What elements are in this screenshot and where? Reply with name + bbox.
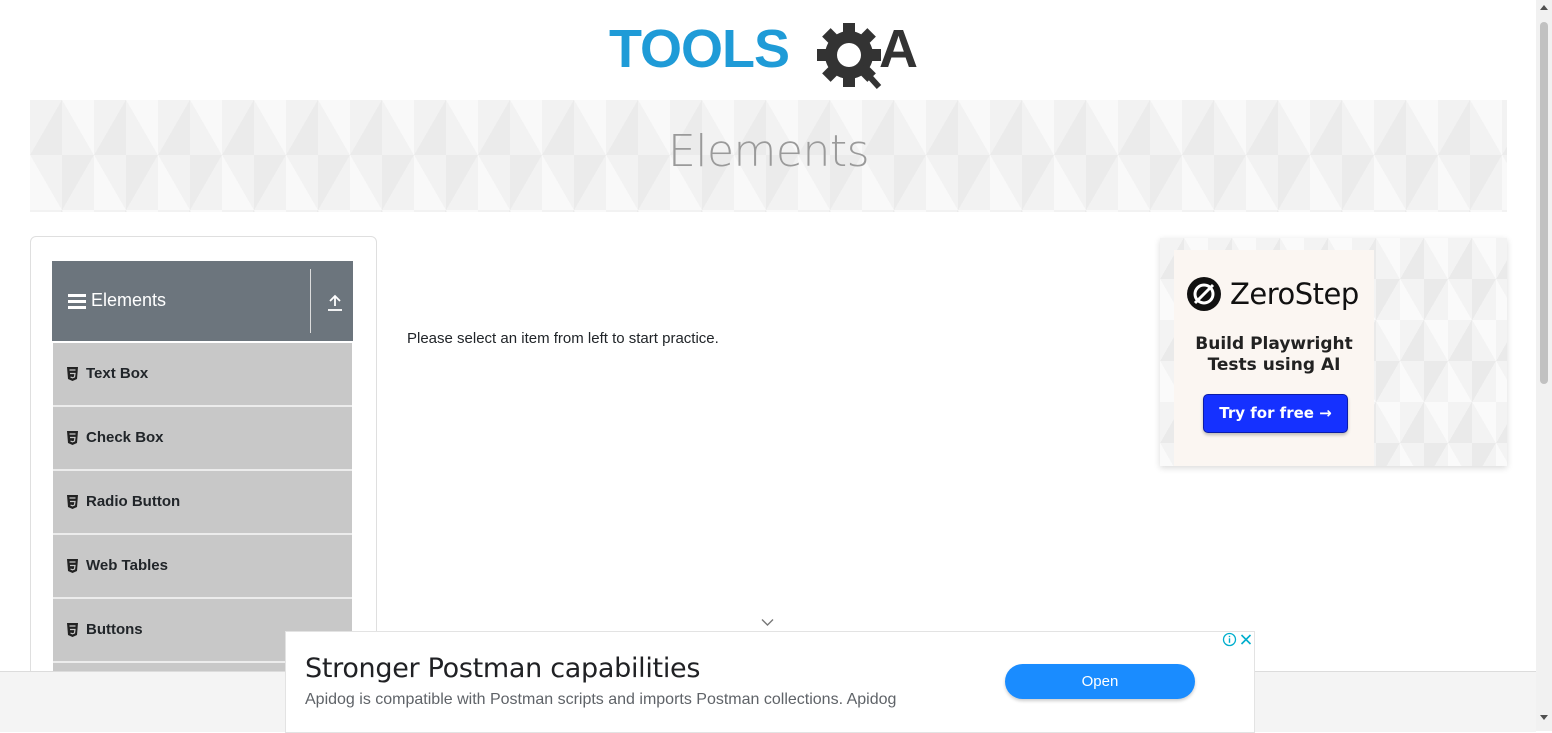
sidebar-item-web-tables[interactable]: Web Tables xyxy=(53,535,352,599)
sidebar-item-label: Text Box xyxy=(86,365,149,382)
zerostep-ad[interactable]: ZeroStep Build Playwright Tests using AI… xyxy=(1160,238,1507,466)
zerostep-ad-card: ZeroStep Build Playwright Tests using AI… xyxy=(1174,250,1374,466)
sidebar-item-label: Check Box xyxy=(86,429,164,446)
ad-info-icon[interactable] xyxy=(1222,632,1237,647)
try-for-free-button[interactable]: Try for free → xyxy=(1203,394,1348,433)
html5-icon xyxy=(67,559,78,573)
page-title: Elements xyxy=(667,126,870,177)
logo-text: TOOLS xyxy=(609,19,789,79)
zerostep-brand: ZeroStep xyxy=(1230,277,1359,311)
html5-icon xyxy=(67,431,78,445)
sidebar-group-header-elements[interactable]: Elements xyxy=(52,261,353,341)
ad-headline[interactable]: Stronger Postman capabilities xyxy=(305,653,700,684)
ad-description: Apidog is compatible with Postman script… xyxy=(305,691,897,708)
html5-icon xyxy=(67,495,78,509)
html5-icon xyxy=(67,367,78,381)
sidebar-group-title: Elements xyxy=(91,290,167,310)
hamburger-icon xyxy=(68,294,86,310)
sidebar-item-label: Radio Button xyxy=(86,493,181,510)
zerostep-tagline-line2: Tests using AI xyxy=(1207,355,1341,375)
scroll-up-arrow-icon[interactable] xyxy=(1540,4,1548,10)
sidebar-item-label: Buttons xyxy=(86,621,143,638)
header-divider xyxy=(310,269,311,333)
toolsqa-logo[interactable]: TOOLS A xyxy=(609,15,934,93)
chevron-down-icon[interactable] xyxy=(761,618,774,627)
zerostep-tagline-line1: Build Playwright xyxy=(1195,334,1353,354)
bottom-ad[interactable]: Stronger Postman capabilities Apidog is … xyxy=(285,631,1255,733)
scroll-down-arrow-icon[interactable] xyxy=(1540,715,1548,721)
zerostep-logo-icon xyxy=(1187,277,1221,311)
sidebar-item-text-box[interactable]: Text Box xyxy=(53,343,352,407)
ad-close-icon[interactable] xyxy=(1238,632,1254,647)
practice-instruction: Please select an item from left to start… xyxy=(407,330,719,347)
html5-icon xyxy=(67,623,78,637)
logo-text-end: A xyxy=(879,19,918,79)
sidebar-item-check-box[interactable]: Check Box xyxy=(53,407,352,471)
ad-open-button[interactable]: Open xyxy=(1005,664,1195,699)
collapse-upload-icon[interactable] xyxy=(326,294,344,312)
page-banner: Elements xyxy=(30,100,1507,212)
zerostep-tagline: Build Playwright Tests using AI xyxy=(1174,334,1374,376)
scrollbar-thumb[interactable] xyxy=(1540,22,1548,384)
page-scrollbar[interactable] xyxy=(1536,0,1552,731)
sidebar-item-radio-button[interactable]: Radio Button xyxy=(53,471,352,535)
sidebar-item-label: Web Tables xyxy=(86,557,168,574)
